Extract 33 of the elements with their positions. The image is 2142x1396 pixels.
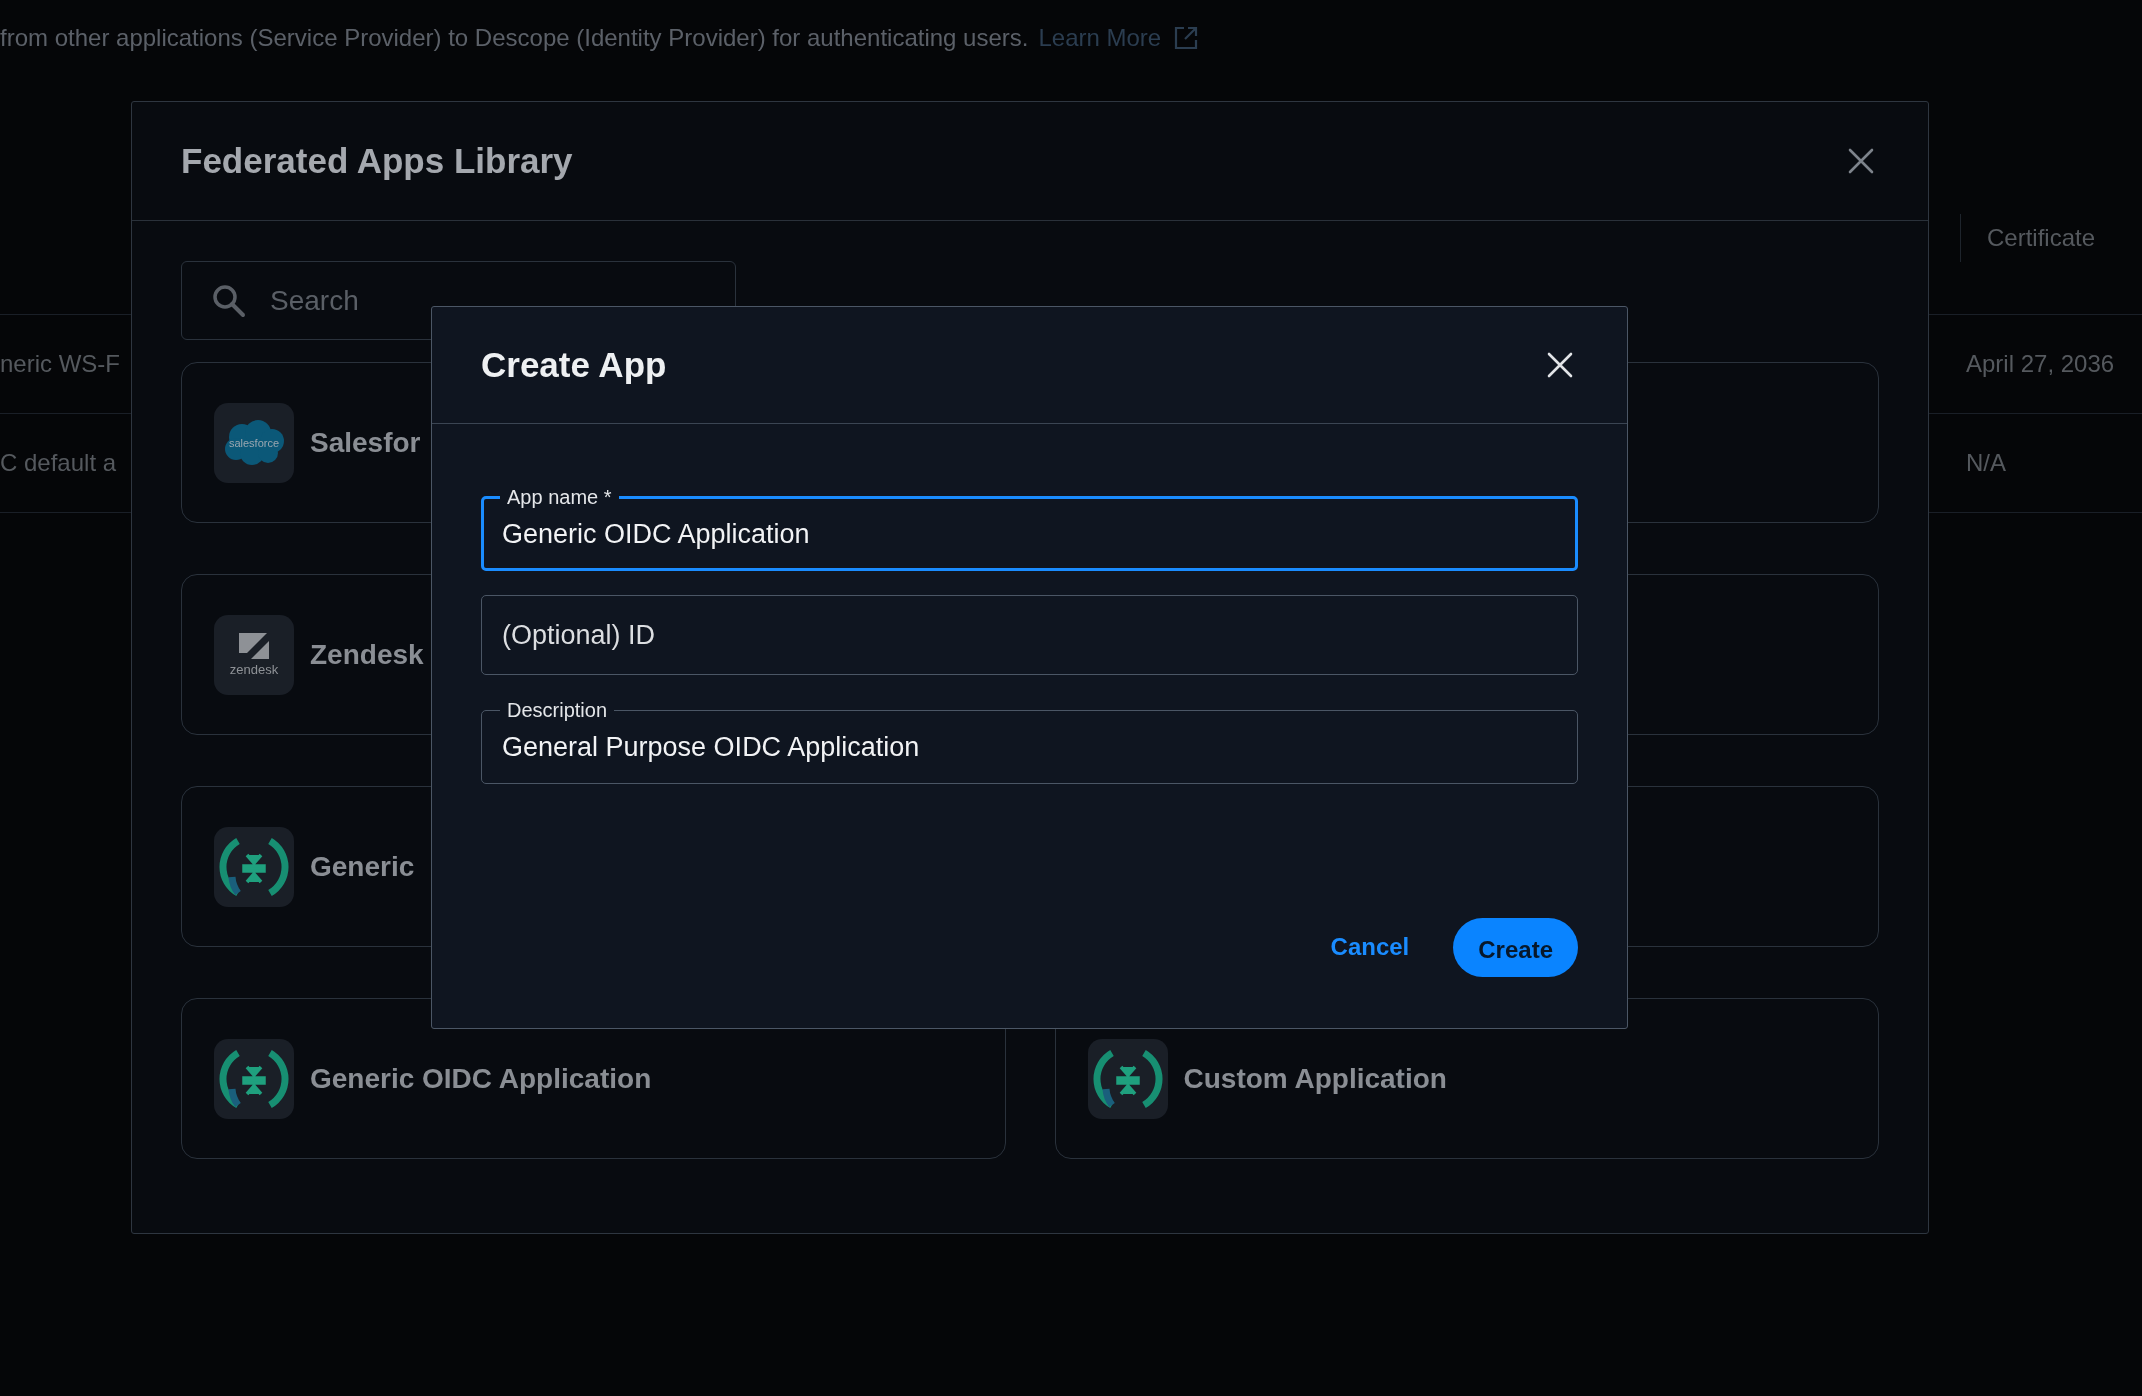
- bracket-logo-icon: [214, 1038, 294, 1119]
- app-name: Custom Application: [1183, 1061, 1447, 1096]
- field-label: Description: [506, 699, 609, 721]
- text-input[interactable]: (Optional) ID: [500, 615, 1559, 655]
- field-label: App name *: [506, 486, 613, 508]
- table-cell-text: C default a: [0, 448, 117, 478]
- logo-wordmark: zendesk: [229, 661, 279, 677]
- app-name: Zendesk: [310, 637, 424, 672]
- table-cell-text: neric WS-F: [0, 349, 120, 379]
- table-cell-text: April 27, 2036: [1966, 349, 2115, 379]
- cloud-icon: [225, 419, 284, 465]
- input-field[interactable]: (Optional) ID: [481, 595, 1578, 675]
- search-icon: [212, 283, 246, 318]
- text-input[interactable]: Generic OIDC Application: [500, 512, 1559, 556]
- bracket-logo-icon: [214, 826, 294, 907]
- input-field[interactable]: Description General Purpose OIDC Application: [481, 699, 1578, 784]
- dialog-title: Create App: [481, 344, 667, 386]
- table-cell-text: N/A: [1966, 448, 2006, 478]
- column-header: Certificate: [1987, 222, 2096, 253]
- bracket-logo-icon: [1087, 1038, 1168, 1119]
- app-name: Salesfor: [310, 425, 421, 460]
- z-mark-icon: [239, 632, 269, 659]
- search-field[interactable]: Search: [181, 261, 736, 340]
- logo-wordmark: salesforce: [228, 436, 280, 449]
- app-name: Generic OIDC Application: [310, 1061, 652, 1096]
- dialog-title: Federated Apps Library: [181, 140, 573, 182]
- external-link-icon: [1173, 25, 1200, 51]
- cancel-button[interactable]: Cancel: [1312, 915, 1428, 979]
- text-input[interactable]: General Purpose OIDC Application: [500, 725, 1559, 769]
- search-input[interactable]: Search: [268, 278, 705, 323]
- app-name: Generic: [310, 849, 415, 884]
- create-button[interactable]: Create: [1453, 917, 1578, 977]
- description-text: from other applications (Service Provider) to Descope (Identity Provider) for authenticating users.: [0, 23, 1029, 53]
